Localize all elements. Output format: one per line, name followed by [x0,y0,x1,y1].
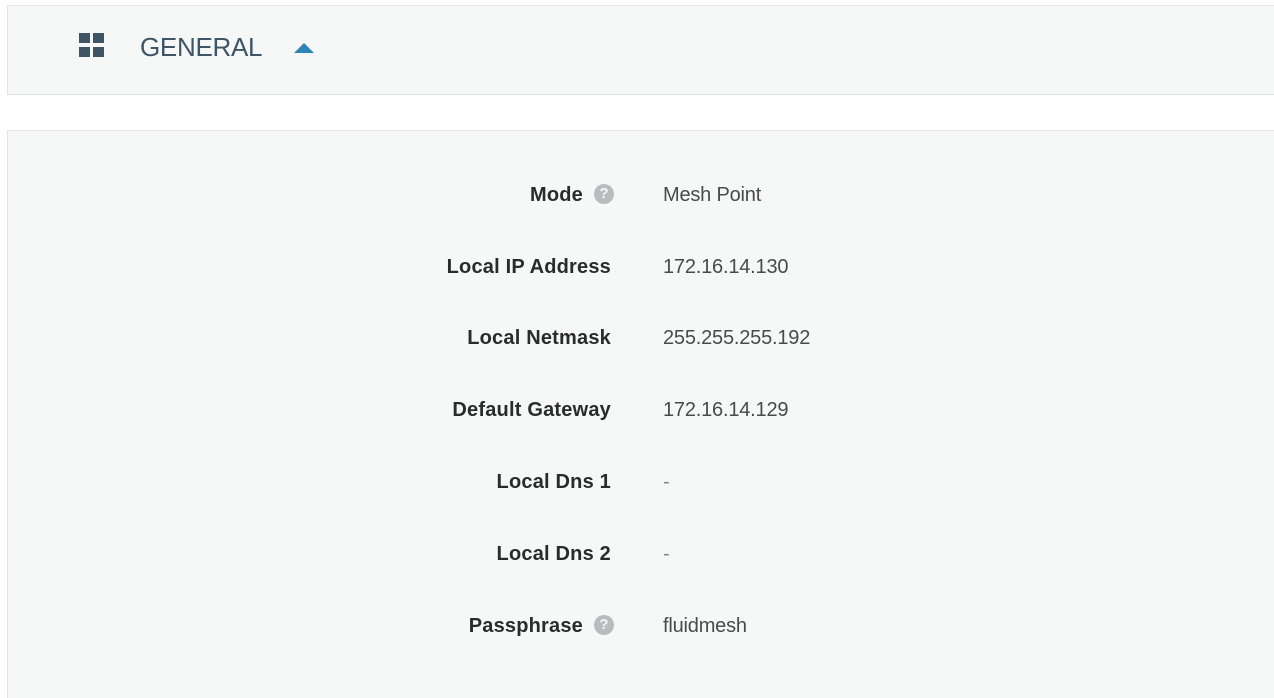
default-gateway-label: Default Gateway [452,399,611,421]
local-dns-2-label: Local Dns 2 [496,543,611,565]
local-ip-address-value: 172.16.14.130 [663,256,789,278]
passphrase-value: fluidmesh [663,615,747,637]
row-passphrase: Passphrase ? fluidmesh [8,605,1274,645]
row-local-dns-1: Local Dns 1 - [8,461,1274,501]
local-ip-address-label: Local IP Address [446,256,611,278]
section-title: GENERAL [140,32,263,62]
caret-up-icon[interactable] [294,43,314,53]
row-local-dns-2: Local Dns 2 - [8,533,1274,573]
local-netmask-label: Local Netmask [467,327,611,349]
mode-value: Mesh Point [663,184,762,206]
help-icon[interactable]: ? [594,184,614,204]
passphrase-label: Passphrase [468,615,583,637]
local-dns-2-value: - [663,543,670,565]
row-default-gateway: Default Gateway 172.16.14.129 [8,389,1274,429]
grid-icon [79,33,104,57]
help-icon[interactable]: ? [594,615,614,635]
general-section-header[interactable]: GENERAL [7,5,1274,95]
mode-label: Mode [529,184,583,206]
local-dns-1-label: Local Dns 1 [496,471,611,493]
row-mode: Mode ? Mesh Point [8,174,1274,214]
default-gateway-value: 172.16.14.129 [663,399,789,421]
row-local-ip-address: Local IP Address 172.16.14.130 [8,246,1274,286]
local-dns-1-value: - [663,471,670,493]
general-details-panel: Mode ? Mesh Point Local IP Address 172.1… [7,130,1274,698]
row-local-netmask: Local Netmask 255.255.255.192 [8,317,1274,357]
local-netmask-value: 255.255.255.192 [663,327,811,349]
page: GENERAL Mode ? Mesh Point Local IP Addre… [0,0,1274,698]
